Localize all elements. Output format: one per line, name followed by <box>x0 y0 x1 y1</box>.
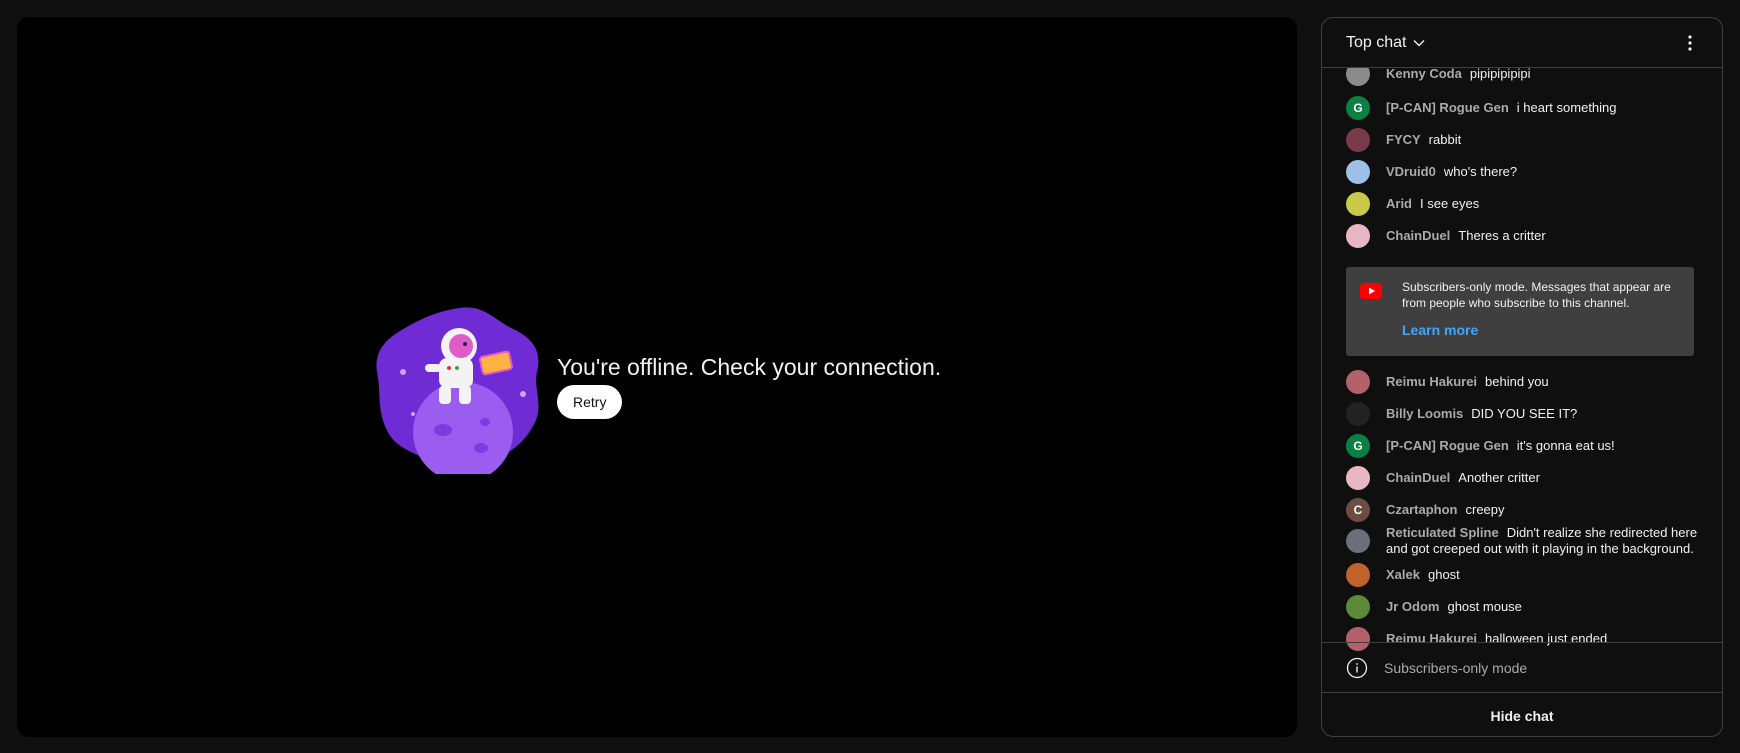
author-name[interactable]: Arid <box>1386 196 1412 211</box>
offline-notice: You're offline. Check your connection. R… <box>373 302 941 474</box>
chat-message: Billy Loomis DID YOU SEE IT? <box>1322 402 1722 426</box>
avatar[interactable] <box>1346 160 1370 184</box>
avatar[interactable] <box>1346 466 1370 490</box>
chat-message: C Czartaphon creepy <box>1322 498 1722 522</box>
author-name[interactable]: Billy Loomis <box>1386 406 1463 421</box>
message-text: Another critter <box>1458 470 1540 485</box>
chat-message: ChainDuel Another critter <box>1322 466 1722 490</box>
avatar[interactable]: G <box>1346 434 1370 458</box>
message-text: i heart something <box>1516 100 1617 115</box>
avatar[interactable] <box>1346 529 1370 553</box>
chat-header: Top chat <box>1322 18 1722 68</box>
chat-message: Kenny Coda pipipipipipi <box>1322 68 1722 86</box>
youtube-logo-icon <box>1360 283 1382 299</box>
avatar[interactable] <box>1346 128 1370 152</box>
chat-mode-dropdown[interactable]: Top chat <box>1346 34 1426 52</box>
chevron-down-icon <box>1413 39 1425 46</box>
chat-title: Top chat <box>1346 33 1407 51</box>
chat-message: Reimu Hakurei behind you <box>1322 370 1722 394</box>
subscribers-only-mode-row: Subscribers-only mode <box>1322 642 1722 692</box>
author-name[interactable]: FYCY <box>1386 132 1421 147</box>
video-player[interactable]: You're offline. Check your connection. R… <box>17 17 1297 737</box>
banner-text: Subscribers-only mode. Messages that app… <box>1402 280 1671 310</box>
avatar[interactable] <box>1346 563 1370 587</box>
author-name[interactable]: [P-CAN] Rogue Gen <box>1386 438 1509 453</box>
retry-button[interactable]: Retry <box>557 384 623 419</box>
avatar[interactable] <box>1346 402 1370 426</box>
avatar[interactable] <box>1346 192 1370 216</box>
chat-message: Jr Odom ghost mouse <box>1322 595 1722 619</box>
author-name[interactable]: Reticulated Spline <box>1386 525 1499 540</box>
subscribers-only-banner: Subscribers-only mode. Messages that app… <box>1346 267 1694 356</box>
chat-message: VDruid0 who's there? <box>1322 160 1722 184</box>
astronaut-illustration <box>376 307 539 474</box>
chat-messages[interactable]: Kenny Coda pipipipipipi G [P-CAN] Rogue G… <box>1322 68 1722 660</box>
live-chat-panel: Top chat Kenny Coda pipipipipipi G [P-CAN… <box>1321 17 1723 737</box>
message-text: creepy <box>1465 502 1505 517</box>
author-name[interactable]: [P-CAN] Rogue Gen <box>1386 100 1509 115</box>
message-text: behind you <box>1485 374 1549 389</box>
author-name[interactable]: Xalek <box>1386 567 1420 582</box>
message-text: pipipipipipi <box>1469 68 1531 81</box>
chat-message: Reticulated Spline Didn't realize she red… <box>1322 525 1722 557</box>
avatar[interactable] <box>1346 595 1370 619</box>
message-text: ghost mouse <box>1447 599 1522 614</box>
subscribers-only-mode-label: Subscribers-only mode <box>1384 659 1528 676</box>
author-name[interactable]: Reimu Hakurei <box>1386 374 1477 389</box>
avatar[interactable]: C <box>1346 498 1370 522</box>
learn-more-link[interactable]: Learn more <box>1402 322 1478 338</box>
author-name[interactable]: Czartaphon <box>1386 502 1458 517</box>
chat-message: G [P-CAN] Rogue Gen it's gonna eat us! <box>1322 434 1722 458</box>
more-vert-icon <box>1688 34 1692 51</box>
message-text: who's there? <box>1443 164 1518 179</box>
message-text: rabbit <box>1428 132 1462 147</box>
message-text: I see eyes <box>1420 196 1480 211</box>
chat-message: Arid I see eyes <box>1322 192 1722 216</box>
avatar[interactable] <box>1346 370 1370 394</box>
message-text: Theres a critter <box>1458 228 1546 243</box>
chat-message: Xalek ghost <box>1322 563 1722 587</box>
hide-chat-button[interactable]: Hide chat <box>1322 692 1722 736</box>
author-name[interactable]: ChainDuel <box>1386 228 1450 243</box>
avatar[interactable] <box>1346 224 1370 248</box>
offline-message: You're offline. Check your connection. <box>557 353 942 380</box>
author-name[interactable]: Jr Odom <box>1386 599 1439 614</box>
avatar[interactable] <box>1346 68 1370 86</box>
more-options-button[interactable] <box>1678 31 1702 55</box>
author-name[interactable]: VDruid0 <box>1386 164 1436 179</box>
chat-message: FYCY rabbit <box>1322 128 1722 152</box>
chat-message: ChainDuel Theres a critter <box>1322 224 1722 248</box>
avatar[interactable]: G <box>1346 96 1370 120</box>
author-name[interactable]: Kenny Coda <box>1386 68 1462 81</box>
info-icon <box>1346 657 1368 678</box>
message-text: DID YOU SEE IT? <box>1471 406 1578 421</box>
chat-message: G [P-CAN] Rogue Gen i heart something <box>1322 96 1722 120</box>
message-text: it's gonna eat us! <box>1516 438 1615 453</box>
author-name[interactable]: ChainDuel <box>1386 470 1450 485</box>
message-text: ghost <box>1427 567 1460 582</box>
